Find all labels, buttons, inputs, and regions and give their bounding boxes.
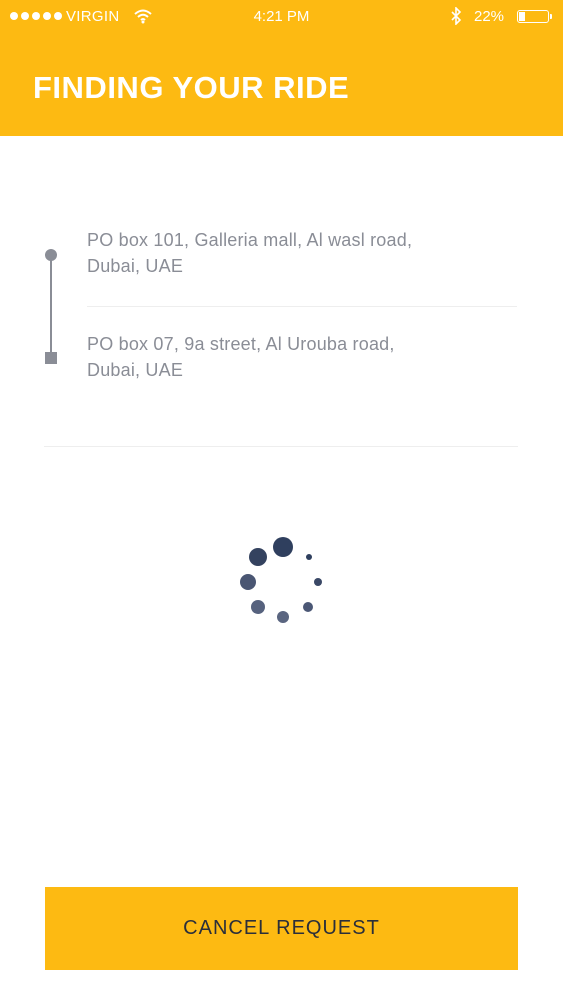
address-divider [87,306,517,307]
spinner-dot [277,611,289,623]
battery-icon [517,10,552,23]
battery-fill [519,12,525,21]
spinner-dot [240,574,256,590]
section-divider [44,446,518,447]
page-title: FINDING YOUR RIDE [33,70,350,105]
loading-spinner-icon [240,537,322,623]
spinner-dot [273,537,293,557]
spinner-dot [306,554,312,560]
battery-percent: 22% [474,8,505,25]
app-header: VIRGIN 4:21 PM 22% FINDING YOUR RIDE [0,0,563,136]
pickup-marker-icon [45,249,57,261]
spinner-dot [314,578,322,586]
pickup-address-line-1: PO box 101, Galleria mall, Al wasl road, [87,230,413,250]
spinner-dot [251,600,265,614]
dropoff-address-line-1: PO box 07, 9a street, Al Urouba road, [87,334,395,354]
pickup-address-line-2: Dubai, UAE [87,256,184,276]
dropoff-address[interactable]: PO box 07, 9a street, Al Urouba road, Du… [87,331,467,383]
cancel-request-button[interactable]: CANCEL REQUEST [45,887,518,970]
dropoff-marker-icon [45,352,57,364]
bluetooth-icon [450,6,462,29]
status-bar: VIRGIN 4:21 PM 22% [0,0,563,34]
spinner-dot [303,602,313,612]
spinner-dot [249,548,267,566]
route-connector-line [50,255,52,358]
pickup-address[interactable]: PO box 101, Galleria mall, Al wasl road,… [87,227,467,279]
dropoff-address-line-2: Dubai, UAE [87,360,184,380]
